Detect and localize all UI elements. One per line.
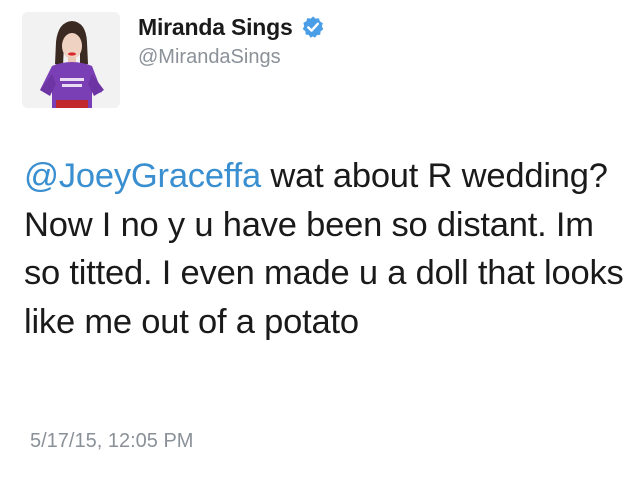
- verified-badge-icon: [301, 15, 325, 39]
- user-handle[interactable]: @MirandaSings: [138, 46, 281, 69]
- display-name[interactable]: Miranda Sings: [138, 14, 293, 41]
- name-row: Miranda Sings: [138, 12, 325, 42]
- profile-photo-icon: [22, 12, 120, 108]
- tweet-text: @JoeyGraceffa wat about R wedding? Now I…: [24, 152, 624, 346]
- mention-link[interactable]: @JoeyGraceffa: [24, 157, 261, 195]
- tweet-card: Miranda Sings @MirandaSings @JoeyGraceff…: [0, 0, 640, 477]
- tweet-timestamp[interactable]: 5/17/15, 12:05 PM: [30, 430, 193, 453]
- avatar[interactable]: [22, 12, 120, 108]
